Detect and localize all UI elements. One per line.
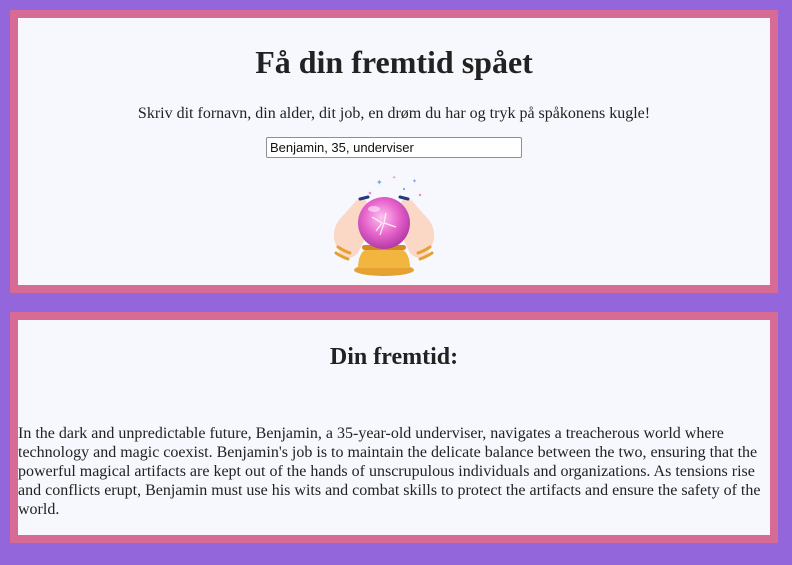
fortune-text: In the dark and unpredictable future, Be… xyxy=(18,425,761,518)
result-heading: Din fremtid: xyxy=(329,344,459,370)
personal-info-input[interactable] xyxy=(266,137,522,158)
fortune-result-panel: Din fremtid: In the dark and unpredictab… xyxy=(10,312,778,543)
page-title: Få din fremtid spået xyxy=(255,44,533,80)
fortune-form-panel: Få din fremtid spået Skriv dit fornavn, … xyxy=(10,10,778,293)
svg-text:✦: ✦ xyxy=(412,178,417,185)
crystal-ball-button[interactable]: ✦ ✦ ✦ xyxy=(324,171,444,281)
crystal-ball-hands-icon: ✦ ✦ ✦ xyxy=(333,175,435,276)
svg-text:✦: ✦ xyxy=(392,175,396,181)
svg-text:✦: ✦ xyxy=(376,178,383,187)
instructions-text: Skriv dit fornavn, din alder, dit job, e… xyxy=(137,105,651,122)
